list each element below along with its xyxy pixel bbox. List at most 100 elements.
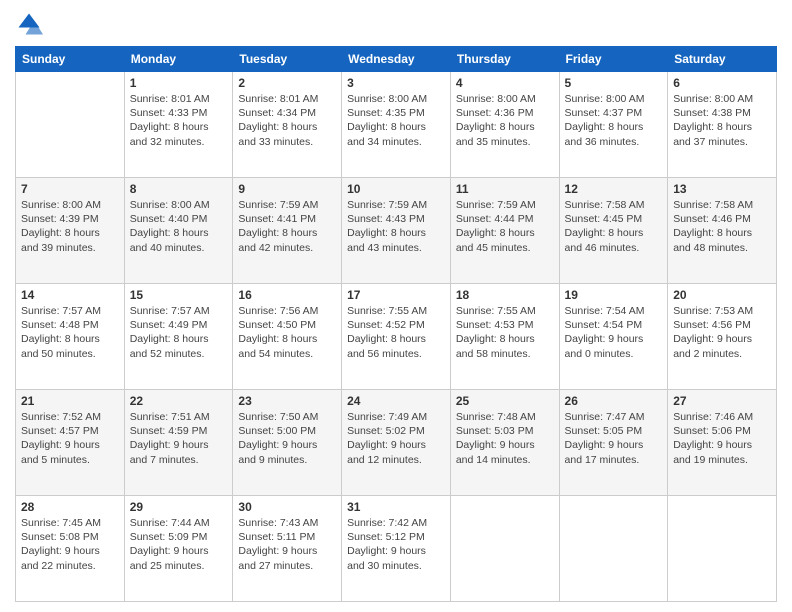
calendar-cell: 1 Sunrise: 8:01 AMSunset: 4:33 PMDaylight…	[124, 72, 233, 178]
week-row-2: 7Sunrise: 8:00 AMSunset: 4:39 PMDaylight…	[16, 178, 777, 284]
calendar-cell: 4 Sunrise: 8:00 AMSunset: 4:36 PMDaylight…	[450, 72, 559, 178]
day-info: Sunrise: 7:47 AMSunset: 5:05 PMDaylight:…	[565, 410, 663, 467]
week-row-5: 28 Sunrise: 7:45 AMSunset: 5:08 PMDayligh…	[16, 496, 777, 602]
day-info: Sunrise: 7:59 AMSunset: 4:43 PMDaylight:…	[347, 198, 445, 255]
calendar-cell: 17Sunrise: 7:55 AMSunset: 4:52 PMDayligh…	[342, 284, 451, 390]
day-info: Sunrise: 7:58 AMSunset: 4:46 PMDaylight:…	[673, 198, 771, 255]
day-number: 23	[238, 394, 336, 408]
day-info: Sunrise: 7:48 AMSunset: 5:03 PMDaylight:…	[456, 410, 554, 467]
day-info: Sunrise: 7:54 AMSunset: 4:54 PMDaylight:…	[565, 304, 663, 361]
day-info: Sunrise: 7:51 AMSunset: 4:59 PMDaylight:…	[130, 410, 228, 467]
calendar-cell: 14 Sunrise: 7:57 AMSunset: 4:48 PMDayligh…	[16, 284, 125, 390]
calendar-cell: 30Sunrise: 7:43 AMSunset: 5:11 PMDayligh…	[233, 496, 342, 602]
calendar-cell: 23 Sunrise: 7:50 AMSunset: 5:00 PMDayligh…	[233, 390, 342, 496]
day-number: 28	[21, 500, 119, 514]
day-number: 10	[347, 182, 445, 196]
calendar-cell: 9 Sunrise: 7:59 AMSunset: 4:41 PMDaylight…	[233, 178, 342, 284]
day-number: 25	[456, 394, 554, 408]
day-number: 13	[673, 182, 771, 196]
day-number: 27	[673, 394, 771, 408]
day-info: Sunrise: 8:00 AMSunset: 4:38 PMDaylight:…	[673, 92, 771, 149]
calendar-cell: 22 Sunrise: 7:51 AMSunset: 4:59 PMDayligh…	[124, 390, 233, 496]
day-number: 18	[456, 288, 554, 302]
calendar-cell: 28 Sunrise: 7:45 AMSunset: 5:08 PMDayligh…	[16, 496, 125, 602]
day-info: Sunrise: 7:59 AMSunset: 4:44 PMDaylight:…	[456, 198, 554, 255]
calendar-cell: 13 Sunrise: 7:58 AMSunset: 4:46 PMDayligh…	[668, 178, 777, 284]
calendar-cell: 2 Sunrise: 8:01 AMSunset: 4:34 PMDaylight…	[233, 72, 342, 178]
calendar-cell: 26 Sunrise: 7:47 AMSunset: 5:05 PMDayligh…	[559, 390, 668, 496]
day-number: 14	[21, 288, 119, 302]
day-number: 8	[130, 182, 228, 196]
day-info: Sunrise: 8:00 AMSunset: 4:36 PMDaylight:…	[456, 92, 554, 149]
calendar-cell	[668, 496, 777, 602]
day-info: Sunrise: 8:01 AMSunset: 4:33 PMDaylight:…	[130, 92, 228, 149]
day-number: 9	[238, 182, 336, 196]
day-info: Sunrise: 7:57 AMSunset: 4:48 PMDaylight:…	[21, 304, 119, 361]
calendar-cell: 31 Sunrise: 7:42 AMSunset: 5:12 PMDayligh…	[342, 496, 451, 602]
day-number: 16	[238, 288, 336, 302]
week-row-4: 21 Sunrise: 7:52 AMSunset: 4:57 PMDayligh…	[16, 390, 777, 496]
calendar-cell: 19 Sunrise: 7:54 AMSunset: 4:54 PMDayligh…	[559, 284, 668, 390]
day-number: 11	[456, 182, 554, 196]
calendar-cell: 6Sunrise: 8:00 AMSunset: 4:38 PMDaylight…	[668, 72, 777, 178]
day-info: Sunrise: 7:49 AMSunset: 5:02 PMDaylight:…	[347, 410, 445, 467]
calendar-cell: 25 Sunrise: 7:48 AMSunset: 5:03 PMDayligh…	[450, 390, 559, 496]
day-number: 30	[238, 500, 336, 514]
day-info: Sunrise: 7:46 AMSunset: 5:06 PMDaylight:…	[673, 410, 771, 467]
day-info: Sunrise: 7:57 AMSunset: 4:49 PMDaylight:…	[130, 304, 228, 361]
week-row-3: 14 Sunrise: 7:57 AMSunset: 4:48 PMDayligh…	[16, 284, 777, 390]
week-row-1: 1 Sunrise: 8:01 AMSunset: 4:33 PMDaylight…	[16, 72, 777, 178]
calendar-cell: 8Sunrise: 8:00 AMSunset: 4:40 PMDaylight…	[124, 178, 233, 284]
weekday-header-sunday: Sunday	[16, 47, 125, 72]
day-info: Sunrise: 7:45 AMSunset: 5:08 PMDaylight:…	[21, 516, 119, 573]
day-number: 22	[130, 394, 228, 408]
calendar-cell: 12Sunrise: 7:58 AMSunset: 4:45 PMDayligh…	[559, 178, 668, 284]
day-number: 4	[456, 76, 554, 90]
day-number: 24	[347, 394, 445, 408]
day-number: 2	[238, 76, 336, 90]
day-info: Sunrise: 7:53 AMSunset: 4:56 PMDaylight:…	[673, 304, 771, 361]
day-number: 20	[673, 288, 771, 302]
day-number: 29	[130, 500, 228, 514]
calendar-cell: 16 Sunrise: 7:56 AMSunset: 4:50 PMDayligh…	[233, 284, 342, 390]
calendar-cell	[450, 496, 559, 602]
calendar-cell: 7Sunrise: 8:00 AMSunset: 4:39 PMDaylight…	[16, 178, 125, 284]
day-info: Sunrise: 7:58 AMSunset: 4:45 PMDaylight:…	[565, 198, 663, 255]
calendar-cell: 29Sunrise: 7:44 AMSunset: 5:09 PMDayligh…	[124, 496, 233, 602]
day-info: Sunrise: 7:52 AMSunset: 4:57 PMDaylight:…	[21, 410, 119, 467]
calendar-cell: 5 Sunrise: 8:00 AMSunset: 4:37 PMDaylight…	[559, 72, 668, 178]
day-info: Sunrise: 7:50 AMSunset: 5:00 PMDaylight:…	[238, 410, 336, 467]
day-number: 3	[347, 76, 445, 90]
weekday-header-row: SundayMondayTuesdayWednesdayThursdayFrid…	[16, 47, 777, 72]
day-info: Sunrise: 7:56 AMSunset: 4:50 PMDaylight:…	[238, 304, 336, 361]
weekday-header-wednesday: Wednesday	[342, 47, 451, 72]
calendar-cell: 21 Sunrise: 7:52 AMSunset: 4:57 PMDayligh…	[16, 390, 125, 496]
day-number: 7	[21, 182, 119, 196]
calendar-cell: 11 Sunrise: 7:59 AMSunset: 4:44 PMDayligh…	[450, 178, 559, 284]
day-info: Sunrise: 8:00 AMSunset: 4:37 PMDaylight:…	[565, 92, 663, 149]
page: SundayMondayTuesdayWednesdayThursdayFrid…	[0, 0, 792, 612]
header	[15, 10, 777, 38]
calendar-cell: 27 Sunrise: 7:46 AMSunset: 5:06 PMDayligh…	[668, 390, 777, 496]
day-info: Sunrise: 8:01 AMSunset: 4:34 PMDaylight:…	[238, 92, 336, 149]
day-number: 19	[565, 288, 663, 302]
day-number: 15	[130, 288, 228, 302]
weekday-header-thursday: Thursday	[450, 47, 559, 72]
day-info: Sunrise: 7:55 AMSunset: 4:52 PMDaylight:…	[347, 304, 445, 361]
day-number: 21	[21, 394, 119, 408]
calendar-cell: 10 Sunrise: 7:59 AMSunset: 4:43 PMDayligh…	[342, 178, 451, 284]
logo-icon	[15, 10, 43, 38]
weekday-header-friday: Friday	[559, 47, 668, 72]
day-number: 5	[565, 76, 663, 90]
calendar-cell: 24 Sunrise: 7:49 AMSunset: 5:02 PMDayligh…	[342, 390, 451, 496]
day-number: 1	[130, 76, 228, 90]
calendar-cell: 15 Sunrise: 7:57 AMSunset: 4:49 PMDayligh…	[124, 284, 233, 390]
day-number: 31	[347, 500, 445, 514]
calendar-cell: 3Sunrise: 8:00 AMSunset: 4:35 PMDaylight…	[342, 72, 451, 178]
day-number: 26	[565, 394, 663, 408]
calendar-cell: 20 Sunrise: 7:53 AMSunset: 4:56 PMDayligh…	[668, 284, 777, 390]
day-info: Sunrise: 7:42 AMSunset: 5:12 PMDaylight:…	[347, 516, 445, 573]
day-info: Sunrise: 7:59 AMSunset: 4:41 PMDaylight:…	[238, 198, 336, 255]
calendar-cell	[16, 72, 125, 178]
day-info: Sunrise: 7:55 AMSunset: 4:53 PMDaylight:…	[456, 304, 554, 361]
